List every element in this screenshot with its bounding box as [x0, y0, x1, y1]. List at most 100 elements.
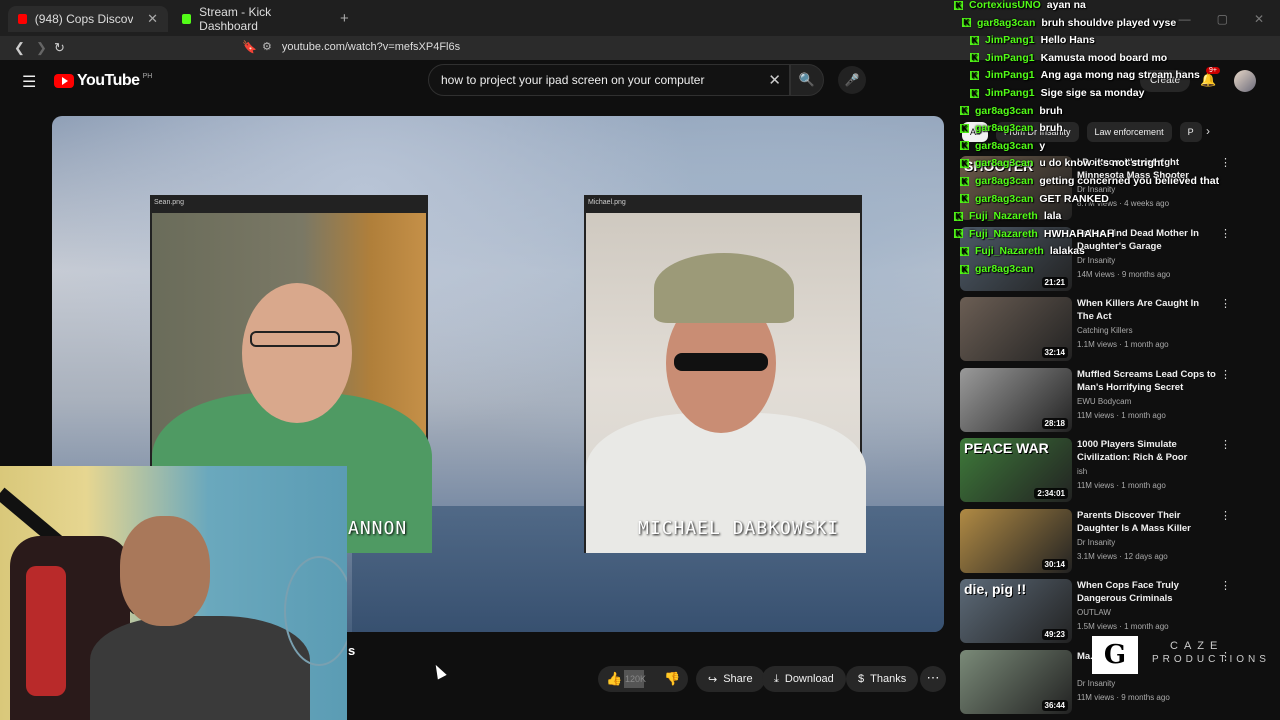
tab-label: Stream - Kick Dashboard [199, 5, 272, 33]
more-vert-icon[interactable]: ⋮ [1220, 438, 1231, 451]
like-icon[interactable]: 👍 [606, 671, 622, 687]
video-thumbnail[interactable]: PEACE WAR 2:34:01 [960, 438, 1072, 502]
video-thumbnail[interactable]: 28:18 [960, 367, 1072, 432]
name-caption-right: MICHAEL DABKOWSKI [638, 518, 840, 539]
chat-username[interactable]: JimPang1 [985, 87, 1035, 99]
close-icon[interactable]: ✕ [147, 11, 158, 27]
chat-username[interactable]: Fuji_Nazareth [969, 228, 1038, 240]
chat-username[interactable]: gar8ag3can [975, 193, 1033, 205]
video-thumbnail[interactable]: 30:14 [960, 508, 1072, 573]
chat-text: Hello Hans [1040, 34, 1095, 47]
recommendation-meta: 3.1M views · 12 days ago [1077, 551, 1168, 561]
recommendation-title[interactable]: 1000 Players Simulate Civilization: Rich… [1077, 438, 1217, 464]
menu-icon[interactable]: ☰ [22, 72, 36, 92]
reload-icon[interactable]: ↻ [54, 40, 65, 56]
chat-username[interactable]: gar8ag3can [975, 122, 1033, 134]
chat-message: Kgar8ag3can y [960, 138, 1045, 154]
url-field[interactable]: ⚙ youtube.com/watch?v=mefsXP4Fl6s [262, 40, 460, 53]
recommendation-title[interactable]: When Cops Face Truly Dangerous Criminals [1077, 579, 1217, 605]
chat-username[interactable]: JimPang1 [985, 34, 1035, 46]
recommendation-channel[interactable]: Dr Insanity [1077, 679, 1115, 688]
video-thumbnail[interactable]: die, pig !! 49:23 [960, 579, 1072, 643]
bookmark-icon[interactable]: 🔖 [242, 40, 257, 54]
more-vert-icon[interactable]: ⋮ [1220, 368, 1231, 381]
search-query: how to project your ipad screen on your … [441, 73, 705, 87]
recommendation-channel[interactable]: Dr Insanity [1077, 538, 1115, 547]
chat-username[interactable]: gar8ag3can [975, 157, 1033, 169]
recommendation-meta: 11M views · 9 months ago [1077, 692, 1170, 702]
recommendation-item[interactable]: PEACE WAR 2:34:01 1000 Players Simulate Ci… [960, 438, 1270, 502]
tab-kick-dashboard[interactable]: Stream - Kick Dashboard [172, 5, 332, 33]
more-vert-icon[interactable]: ⋮ [1220, 509, 1231, 522]
chat-username[interactable]: gar8ag3can [975, 175, 1033, 187]
chat-username[interactable]: CortexiusUNO [969, 0, 1041, 11]
video-thumbnail[interactable]: 32:14 [960, 297, 1072, 361]
tab-youtube[interactable]: (948) Cops Discover Car Filled ✕ [8, 6, 168, 32]
site-info-icon[interactable]: ⚙ [262, 41, 272, 53]
kick-badge-icon: K [960, 158, 969, 168]
recommendation-title[interactable]: When Killers Are Caught In The Act [1077, 297, 1217, 323]
recommendation-channel[interactable]: ish [1077, 467, 1087, 476]
recommendation-meta: 11M views · 1 month ago [1077, 481, 1166, 490]
recommendation-channel[interactable]: OUTLAW [1077, 608, 1111, 617]
panel-filename: Michael.png [588, 199, 626, 206]
chat-text: GET RANKED [1039, 192, 1109, 205]
recommendation-title[interactable]: Muffled Screams Lead Cops to Man's Horri… [1077, 368, 1217, 394]
chat-text: Ang aga mong nag stream hans [1040, 69, 1200, 82]
recommendation-item[interactable]: 28:18 Muffled Screams Lead Cops to Man's … [960, 367, 1270, 432]
chat-username[interactable]: gar8ag3can [975, 140, 1033, 152]
chat-username[interactable]: gar8ag3can [975, 263, 1033, 275]
kick-badge-icon: K [970, 70, 979, 80]
kick-badge-icon: K [954, 0, 963, 10]
chat-username[interactable]: JimPang1 [985, 69, 1035, 81]
chat-message: Kgar8ag3can bruh shouldve played vyse [962, 15, 1176, 31]
chat-text: bruh [1039, 104, 1063, 117]
more-vert-icon[interactable]: ⋮ [1220, 579, 1231, 592]
recommendation-channel[interactable]: Catching Killers [1077, 326, 1133, 335]
recommendation-title[interactable]: Parents Discover Their Daughter Is A Mas… [1077, 509, 1217, 535]
video-thumbnail[interactable]: 36:44 [960, 649, 1072, 714]
chat-username[interactable]: Fuji_Nazareth [969, 210, 1038, 222]
youtube-favicon-icon [18, 14, 27, 24]
share-button[interactable]: ↪ Share [696, 666, 765, 692]
thumbnail-text: PEACE WAR [964, 440, 1049, 456]
electric-fan [284, 556, 347, 666]
chat-message: Kgar8ag3can bruh [960, 120, 1063, 136]
share-label: Share [723, 673, 753, 685]
search-input[interactable]: how to project your ipad screen on your … [428, 64, 790, 96]
recommendation-item[interactable]: die, pig !! 49:23 When Cops Face Truly Dan… [960, 579, 1270, 643]
chat-username[interactable]: gar8ag3can [977, 17, 1035, 29]
name-caption-left: ANNON [348, 518, 408, 539]
chat-username[interactable]: Fuji_Nazareth [975, 245, 1044, 257]
download-button[interactable]: ⤓ Download [762, 666, 846, 692]
like-count: 120K [624, 670, 646, 688]
chat-message: Kgar8ag3can GET RANKED [960, 191, 1109, 207]
kick-badge-icon: K [970, 35, 979, 45]
new-tab-button[interactable]: + [340, 10, 349, 27]
chat-message: K JimPang1 Ang aga mong nag stream hans [970, 67, 1200, 83]
thanks-button[interactable]: $ Thanks [846, 666, 919, 692]
chat-username[interactable]: gar8ag3can [975, 105, 1033, 117]
dislike-icon[interactable]: 👎 [664, 671, 680, 687]
search-button[interactable]: 🔍 [790, 64, 824, 96]
recommendation-channel[interactable]: EWU Bodycam [1077, 397, 1131, 406]
video-duration: 28:18 [1041, 417, 1068, 429]
kick-badge-icon: K [962, 18, 971, 28]
more-actions-button[interactable]: ⋯ [920, 666, 946, 692]
clear-search-icon[interactable]: ✕ [768, 71, 781, 89]
chat-username[interactable]: JimPang1 [985, 52, 1035, 64]
back-icon[interactable]: ❮ [14, 40, 25, 56]
streamer-head [120, 516, 210, 626]
youtube-logo[interactable]: YouTube PH [54, 72, 152, 90]
watermark-line2: PRODUCTIONS [1152, 654, 1270, 665]
chat-message: Kgar8ag3can bruh [960, 103, 1063, 119]
recommendation-item[interactable]: 30:14 Parents Discover Their Daughter Is … [960, 508, 1270, 573]
thanks-label: Thanks [870, 673, 907, 685]
video-duration: 36:44 [1041, 699, 1068, 711]
kick-badge-icon: K [960, 141, 969, 151]
voice-search-button[interactable]: 🎤 [838, 66, 866, 94]
kick-badge-icon: K [954, 211, 963, 221]
more-icon: ⋯ [926, 670, 940, 685]
recommendation-item[interactable]: 32:14 When Killers Are Caught In The Act C… [960, 297, 1270, 361]
forward-icon[interactable]: ❯ [36, 40, 47, 56]
